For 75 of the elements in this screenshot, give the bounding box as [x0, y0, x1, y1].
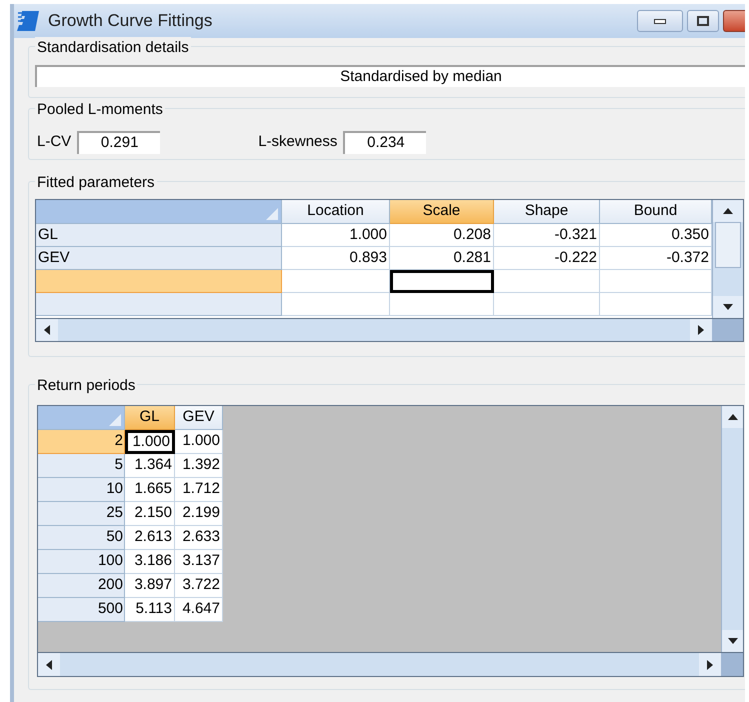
table-cell: 0.350 [600, 224, 712, 247]
table-cell: 5.113 [125, 598, 175, 622]
table-cell: 4.647 [175, 598, 223, 622]
column-header[interactable]: Shape [494, 200, 600, 224]
table-cell: 2.199 [175, 502, 223, 526]
table-cell: 3.897 [125, 574, 175, 598]
right-arrow-icon [707, 660, 713, 670]
right-arrow-icon [698, 325, 704, 335]
column-header[interactable]: GEV [175, 406, 223, 430]
scroll-left-button[interactable] [38, 653, 60, 676]
minimize-icon [654, 18, 666, 24]
table-cell: 3.137 [175, 550, 223, 574]
column-header[interactable]: Location [282, 200, 390, 224]
restore-icon [697, 16, 709, 26]
standardisation-field: Standardised by median [35, 65, 745, 87]
scroll-right-button[interactable] [699, 653, 721, 676]
scroll-up-button[interactable] [713, 200, 743, 222]
vertical-scrollbar[interactable] [721, 406, 743, 652]
field-label: L-CV [37, 132, 72, 152]
sort-triangle-icon [109, 414, 121, 426]
table-cell: 3.186 [125, 550, 175, 574]
row-header[interactable]: 5 [38, 454, 125, 478]
scroll-down-button[interactable] [722, 630, 743, 652]
row-header[interactable]: 500 [38, 598, 125, 622]
row-header[interactable]: 100 [38, 550, 125, 574]
vertical-scrollbar[interactable] [712, 200, 743, 318]
up-arrow-icon [728, 414, 738, 420]
window-title: Growth Curve Fittings [48, 10, 212, 32]
scroll-up-button[interactable] [722, 406, 743, 428]
table-cell: 0.893 [282, 247, 390, 270]
row-header[interactable]: 25 [38, 502, 125, 526]
table-cell: 1.000 [175, 430, 223, 454]
table-cell: 2.613 [125, 526, 175, 550]
table-cell: -0.321 [494, 224, 600, 247]
table-cell: 1.712 [175, 478, 223, 502]
app-icon [16, 10, 40, 32]
row-header[interactable]: 2 [38, 430, 125, 454]
column-header[interactable]: Scale [390, 200, 494, 224]
table-cell: 1.364 [125, 454, 175, 478]
horizontal-scrollbar[interactable] [36, 319, 712, 341]
down-arrow-icon [723, 304, 733, 310]
minimize-button[interactable] [637, 10, 683, 32]
column-header[interactable]: Bound [600, 200, 712, 224]
value-field: 0.234 [343, 131, 426, 154]
table-cell: -0.222 [494, 247, 600, 270]
table-cell: 1.000 [282, 224, 390, 247]
table-cell: 2.150 [125, 502, 175, 526]
table-cell: 3.722 [175, 574, 223, 598]
field-label: L-skewness [258, 132, 338, 152]
table-cell: -0.372 [600, 247, 712, 270]
table-cell: 1.665 [125, 478, 175, 502]
scroll-down-button[interactable] [713, 296, 743, 318]
horizontal-scrollbar[interactable] [38, 653, 721, 676]
table-cell: 1.392 [175, 454, 223, 478]
scroll-right-button[interactable] [690, 319, 712, 341]
row-header[interactable]: GEV [36, 247, 282, 270]
left-arrow-icon [46, 660, 52, 670]
row-header[interactable]: GL [36, 224, 282, 247]
table-cell: 2.633 [175, 526, 223, 550]
row-header[interactable]: 10 [38, 478, 125, 502]
table-cell: 0.208 [390, 224, 494, 247]
scroll-left-button[interactable] [36, 319, 58, 341]
value-field: 0.291 [77, 131, 160, 154]
restore-button[interactable] [687, 10, 719, 32]
sort-triangle-icon [266, 208, 278, 220]
table-cell: 0.281 [390, 247, 494, 270]
table-cell: 1.000 [125, 430, 175, 454]
close-button[interactable] [723, 10, 745, 32]
row-header[interactable]: 50 [38, 526, 125, 550]
left-arrow-icon [44, 325, 50, 335]
column-header[interactable]: GL [125, 406, 175, 430]
down-arrow-icon [728, 638, 738, 644]
up-arrow-icon [723, 208, 733, 214]
row-header[interactable]: 200 [38, 574, 125, 598]
scroll-thumb[interactable] [715, 222, 741, 268]
